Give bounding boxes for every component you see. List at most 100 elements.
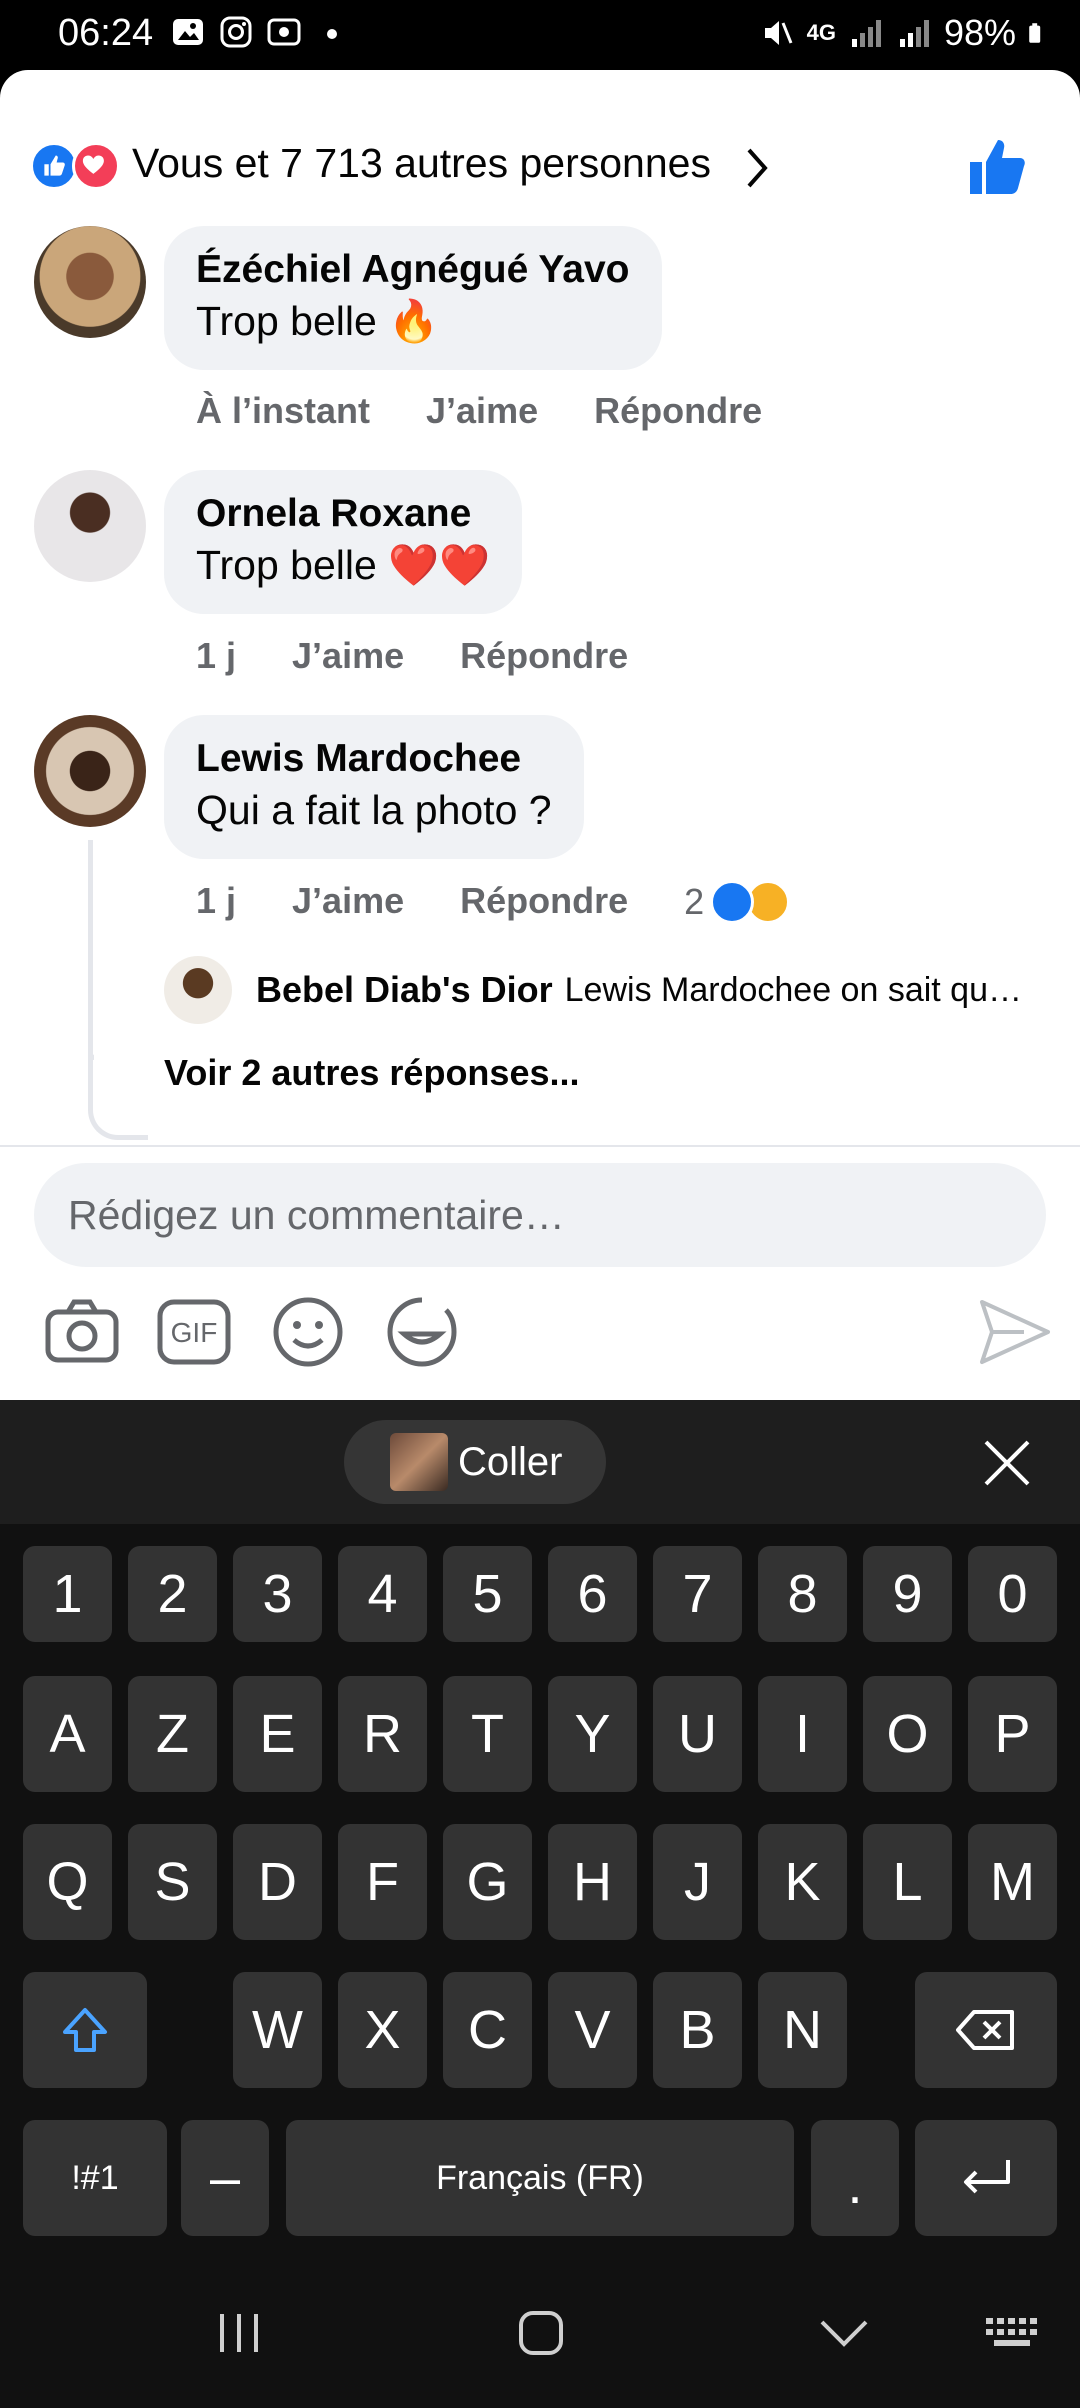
key-y[interactable]: Y (548, 1676, 637, 1792)
key-4[interactable]: 4 (338, 1546, 427, 1642)
key-p[interactable]: P (968, 1676, 1057, 1792)
key-l[interactable]: L (863, 1824, 952, 1940)
key-w[interactable]: W (233, 1972, 322, 2088)
status-bar: 06:24 4G 98% (0, 0, 1080, 70)
signal-icon-2 (899, 20, 929, 47)
reply-author[interactable]: Bebel Diab's Dior (256, 969, 553, 1011)
camera-icon[interactable] (40, 1290, 124, 1374)
key-n[interactable]: N (758, 1972, 847, 2088)
comment-bubble[interactable]: Ornela Roxane Trop belle ❤️❤️ (164, 470, 523, 614)
commenter-name[interactable]: Lewis Mardochee (196, 735, 552, 783)
commenter-name[interactable]: Ézéchiel Agnégué Yavo (196, 246, 630, 294)
key-t[interactable]: T (443, 1676, 532, 1792)
instagram-icon (220, 16, 252, 48)
avatar[interactable] (34, 715, 146, 827)
key-5[interactable]: 5 (443, 1546, 532, 1642)
comment-time: 1 j (196, 880, 237, 921)
emoji-icon[interactable] (266, 1290, 350, 1374)
period-key[interactable]: . (811, 2120, 899, 2236)
comment-input[interactable] (34, 1163, 1046, 1267)
divider (0, 1145, 1080, 1147)
key-i[interactable]: I (758, 1676, 847, 1792)
paste-button[interactable]: Coller (344, 1420, 606, 1504)
comment-time: 1 j (196, 635, 237, 676)
key-0[interactable]: 0 (968, 1546, 1057, 1642)
enter-icon (964, 2160, 1010, 2194)
key-2[interactable]: 2 (128, 1546, 217, 1642)
like-comment-button[interactable]: J’aime (292, 880, 404, 924)
view-more-replies-link[interactable]: Voir 2 autres réponses... (164, 1052, 580, 1094)
key-e[interactable]: E (233, 1676, 322, 1792)
avatar[interactable] (34, 470, 146, 582)
key-x[interactable]: X (338, 1972, 427, 2088)
hide-keyboard-icon[interactable] (818, 2318, 870, 2348)
key-g[interactable]: G (443, 1824, 532, 1940)
commenter-name[interactable]: Ornela Roxane (196, 490, 490, 538)
gif-icon[interactable]: GIF (152, 1290, 236, 1374)
keyboard-switch-icon[interactable] (984, 2314, 1040, 2350)
key-c[interactable]: C (443, 1972, 532, 2088)
symbols-key[interactable]: !#1 (23, 2120, 167, 2236)
thread-line (88, 990, 148, 1140)
key-u[interactable]: U (653, 1676, 742, 1792)
like-comment-button[interactable]: J’aime (426, 390, 538, 432)
key-z[interactable]: Z (128, 1676, 217, 1792)
like-comment-button[interactable]: J’aime (292, 635, 404, 677)
sticker-icon[interactable] (380, 1290, 464, 1374)
clipboard-thumbnail (390, 1433, 448, 1491)
key-v[interactable]: V (548, 1972, 637, 2088)
key-3[interactable]: 3 (233, 1546, 322, 1642)
comments-sheet: Vous et 7 713 autres personnes Ézéchiel … (0, 70, 1080, 1400)
reply-button[interactable]: Répondre (594, 390, 762, 432)
comment-bubble[interactable]: Ézéchiel Agnégué Yavo Trop belle 🔥 (164, 226, 662, 370)
reactions-summary[interactable]: Vous et 7 713 autres personnes (0, 100, 1080, 194)
key-1[interactable]: 1 (23, 1546, 112, 1642)
love-icon (72, 142, 120, 190)
key-k[interactable]: K (758, 1824, 847, 1940)
home-icon[interactable] (518, 2310, 564, 2356)
like-icon (710, 880, 755, 924)
key-7[interactable]: 7 (653, 1546, 742, 1642)
dot-icon (327, 29, 337, 39)
navigation-bar (0, 2260, 1080, 2408)
network-type: 4G (806, 20, 836, 45)
paste-label: Coller (458, 1439, 563, 1484)
send-icon[interactable] (972, 1290, 1056, 1374)
key-a[interactable]: A (23, 1676, 112, 1792)
key-9[interactable]: 9 (863, 1546, 952, 1642)
key-o[interactable]: O (863, 1676, 952, 1792)
key-6[interactable]: 6 (548, 1546, 637, 1642)
comment-bubble[interactable]: Lewis Mardochee Qui a fait la photo ? (164, 715, 584, 859)
chevron-right-icon[interactable] (745, 146, 769, 190)
comment-text: Trop belle 🔥 (196, 298, 440, 344)
avatar[interactable] (34, 226, 146, 338)
key-s[interactable]: S (128, 1824, 217, 1940)
key-r[interactable]: R (338, 1676, 427, 1792)
reply-preview[interactable]: Bebel Diab's Dior Lewis Mardochee on sai… (164, 956, 1022, 1024)
like-button-icon[interactable] (966, 136, 1028, 198)
key-8[interactable]: 8 (758, 1546, 847, 1642)
key-d[interactable]: D (233, 1824, 322, 1940)
reply-button[interactable]: Répondre (460, 880, 628, 924)
key-b[interactable]: B (653, 1972, 742, 2088)
reply-button[interactable]: Répondre (460, 635, 628, 677)
recent-apps-icon[interactable] (216, 2312, 262, 2354)
gallery-icon (173, 19, 203, 45)
key-j[interactable]: J (653, 1824, 742, 1940)
comment-text: Trop belle ❤️❤️ (196, 542, 491, 588)
space-key[interactable]: Français (FR) (286, 2120, 794, 2236)
comment-text: Qui a fait la photo ? (196, 787, 552, 833)
key-f[interactable]: F (338, 1824, 427, 1940)
signal-icon (851, 20, 881, 47)
comment-reactions[interactable]: 2 (684, 880, 791, 924)
comment-actions: À l’instant J’aime Répondre (196, 390, 762, 432)
backspace-key[interactable] (915, 1972, 1057, 2088)
key-m[interactable]: M (968, 1824, 1057, 1940)
close-icon[interactable] (982, 1438, 1032, 1488)
shift-key[interactable] (23, 1972, 147, 2088)
reply-avatar[interactable] (164, 956, 232, 1024)
key-h[interactable]: H (548, 1824, 637, 1940)
key-q[interactable]: Q (23, 1824, 112, 1940)
enter-key[interactable] (915, 2120, 1057, 2236)
dash-key[interactable]: – (181, 2120, 269, 2236)
